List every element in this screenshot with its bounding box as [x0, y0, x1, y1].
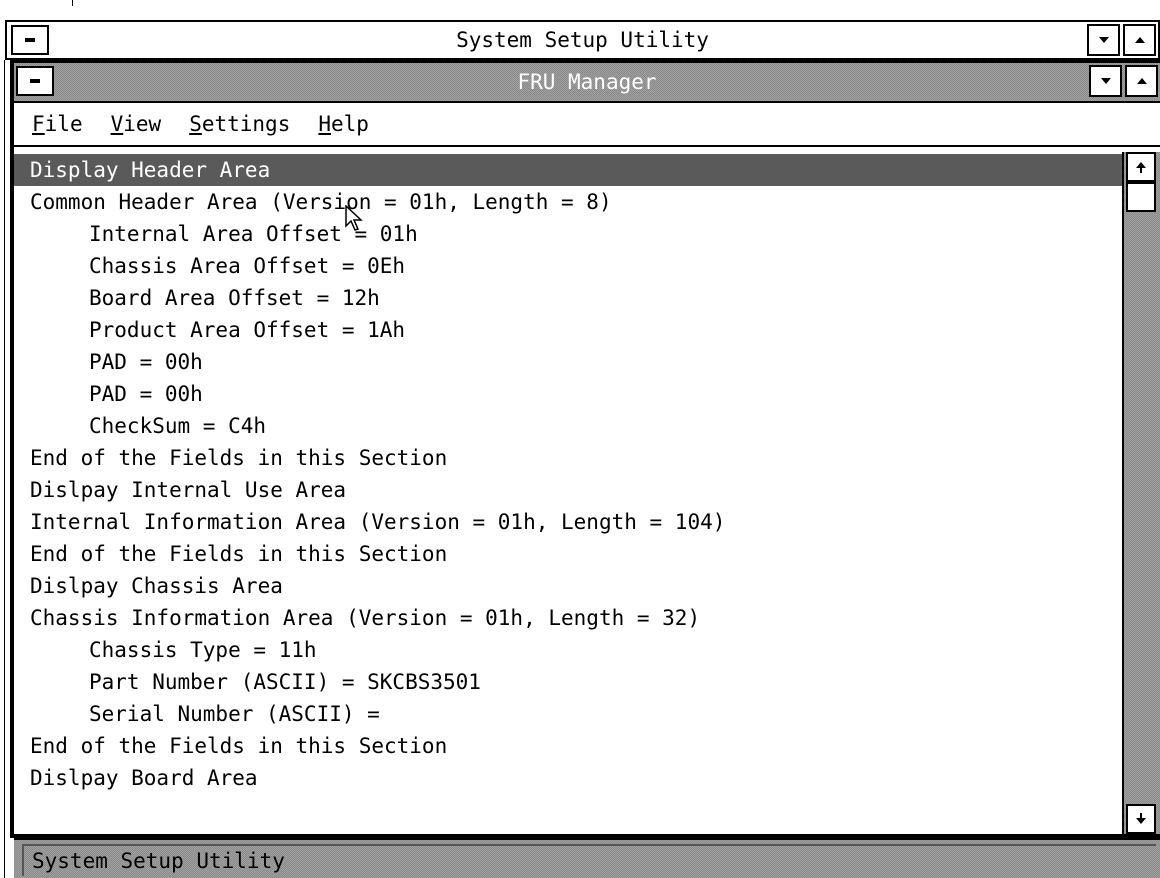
list-item-text: Serial Number (ASCII) =: [89, 702, 380, 726]
list-item-text: Dislpay Board Area: [30, 766, 258, 790]
list-item-text: Part Number (ASCII) = SKCBS3501: [89, 670, 481, 694]
status-bar: System Setup Utility: [14, 838, 1160, 878]
system-menu-icon: [25, 38, 35, 42]
list-item-text: Display Header Area: [30, 158, 271, 182]
list-item-text: CheckSum = C4h: [89, 414, 267, 438]
list-item[interactable]: Dislpay Chassis Area: [14, 570, 1122, 602]
list-item[interactable]: Internal Information Area (Version = 01h…: [14, 506, 1122, 538]
maximize-arrow-icon: [1134, 37, 1145, 43]
list-item-text: Chassis Information Area (Version = 01h,…: [30, 606, 701, 630]
list-item-text: Product Area Offset = 1Ah: [89, 318, 406, 342]
menu-bar: File View Settings Help: [14, 103, 1160, 147]
list-item-text: End of the Fields in this Section: [30, 446, 448, 470]
list-item[interactable]: Chassis Area Offset = 0Eh: [14, 250, 1122, 282]
system-menu-button[interactable]: [11, 25, 49, 55]
menu-settings-mnemonic: S: [189, 112, 202, 136]
maximize-button[interactable]: [1123, 24, 1156, 56]
minimize-arrow-icon: [1098, 37, 1109, 43]
desktop-tick: [72, 0, 73, 6]
outer-window-border: [0, 60, 5, 878]
inner-titlebar[interactable]: FRU Manager: [14, 63, 1160, 103]
list-item[interactable]: PAD = 00h: [14, 378, 1122, 410]
menu-help-mnemonic: H: [318, 112, 332, 136]
system-menu-icon: [30, 79, 40, 83]
list-item[interactable]: Dislpay Internal Use Area: [14, 474, 1122, 506]
status-text: System Setup Utility: [22, 844, 1156, 876]
outer-window: System Setup Utility FRU Manager File Vi…: [0, 0, 1160, 878]
list-item[interactable]: Board Area Offset = 12h: [14, 282, 1122, 314]
vertical-scrollbar[interactable]: [1122, 152, 1160, 834]
list-item-text: PAD = 00h: [89, 382, 203, 406]
menu-file-mnemonic: F: [32, 112, 45, 136]
list-item[interactable]: End of the Fields in this Section: [14, 730, 1122, 762]
list-item[interactable]: Serial Number (ASCII) =: [14, 698, 1122, 730]
menu-help[interactable]: Help: [318, 112, 369, 136]
scroll-up-button[interactable]: [1126, 152, 1156, 182]
menu-file-label: ile: [44, 112, 83, 136]
list-item[interactable]: Chassis Information Area (Version = 01h,…: [14, 602, 1122, 634]
maximize-arrow-icon: [1136, 78, 1147, 84]
scroll-thumb[interactable]: [1126, 182, 1156, 212]
list-item[interactable]: Part Number (ASCII) = SKCBS3501: [14, 666, 1122, 698]
outer-window-title: System Setup Utility: [456, 28, 709, 52]
outer-titlebar[interactable]: System Setup Utility: [5, 20, 1160, 60]
list-item[interactable]: End of the Fields in this Section: [14, 538, 1122, 570]
list-item[interactable]: Dislpay Board Area: [14, 762, 1122, 794]
menu-settings[interactable]: Settings: [189, 112, 290, 136]
list-item[interactable]: Internal Area Offset = 01h: [14, 218, 1122, 250]
scroll-down-arrow-icon: [1136, 813, 1146, 824]
list-item[interactable]: Product Area Offset = 1Ah: [14, 314, 1122, 346]
menu-view[interactable]: View: [111, 112, 162, 136]
list-item[interactable]: Chassis Type = 11h: [14, 634, 1122, 666]
list-item-text: Common Header Area (Version = 01h, Lengt…: [30, 190, 612, 214]
list-item[interactable]: CheckSum = C4h: [14, 410, 1122, 442]
menu-settings-label: ettings: [201, 112, 291, 136]
list-item-text: Dislpay Internal Use Area: [30, 478, 347, 502]
scroll-down-button[interactable]: [1126, 804, 1156, 834]
menu-view-label: iew: [123, 112, 162, 136]
list-item[interactable]: PAD = 00h: [14, 346, 1122, 378]
list-item-text: End of the Fields in this Section: [30, 734, 448, 758]
desktop-strip: [0, 0, 1160, 20]
fru-list[interactable]: Display Header Area Common Header Area (V…: [14, 152, 1122, 834]
list-item-text: Dislpay Chassis Area: [30, 574, 283, 598]
list-item-text: Chassis Area Offset = 0Eh: [89, 254, 406, 278]
list-item-text: Chassis Type = 11h: [89, 638, 317, 662]
minimize-arrow-icon: [1100, 78, 1111, 84]
child-system-menu-button[interactable]: [16, 66, 54, 96]
list-item[interactable]: End of the Fields in this Section: [14, 442, 1122, 474]
child-minimize-button[interactable]: [1089, 65, 1122, 97]
menu-view-mnemonic: V: [110, 112, 124, 136]
minimize-button[interactable]: [1087, 24, 1120, 56]
menu-file[interactable]: File: [32, 112, 83, 136]
menu-help-label: elp: [331, 112, 369, 136]
list-item[interactable]: Common Header Area (Version = 01h, Lengt…: [14, 186, 1122, 218]
list-item[interactable]: Display Header Area: [14, 154, 1122, 186]
inner-window-title: FRU Manager: [517, 70, 657, 94]
list-item-text: Internal Area Offset = 01h: [89, 222, 418, 246]
scroll-up-arrow-icon: [1136, 162, 1146, 173]
child-maximize-button[interactable]: [1125, 65, 1158, 97]
list-item-text: Internal Information Area (Version = 01h…: [30, 510, 726, 534]
list-item-text: PAD = 00h: [89, 350, 203, 374]
list-item-text: Board Area Offset = 12h: [89, 286, 380, 310]
list-item-text: End of the Fields in this Section: [30, 542, 448, 566]
mouse-pointer-icon: [345, 205, 363, 231]
